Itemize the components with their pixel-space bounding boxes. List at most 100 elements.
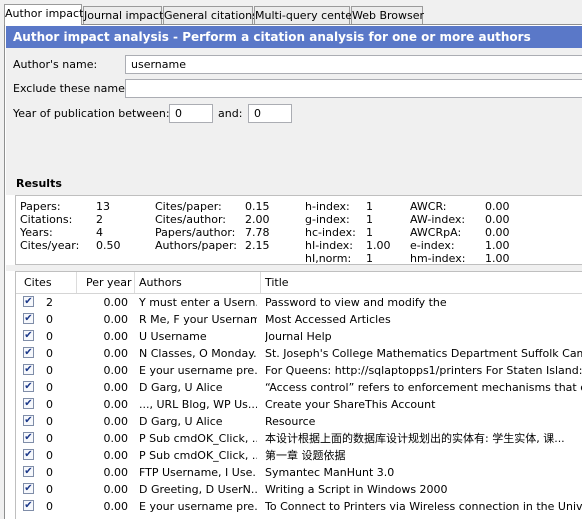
tab-general-citations[interactable]: General citations [163, 6, 258, 24]
stat-authors-paper-value: 2.15 [245, 239, 270, 252]
column-divider[interactable] [134, 272, 135, 293]
tab-author-impact[interactable]: Author impact [4, 4, 83, 25]
table-row[interactable]: ✔ 0 0.00 P Sub cmdOK_Click, ... 本设计根据上面的数据库设… [16, 430, 582, 447]
stat-cites-paper-value: 0.15 [245, 200, 270, 213]
year-to-input[interactable]: 0 [248, 104, 292, 123]
cell-title: St. Joseph's College Mathematics Departm… [265, 347, 582, 360]
stat-papers-author-label: Papers/author: [155, 226, 236, 239]
row-checkbox[interactable]: ✔ [23, 347, 34, 358]
year-from-input[interactable]: 0 [169, 104, 213, 123]
stat-citations-value: 2 [96, 213, 103, 226]
stat-years-label: Years: [20, 226, 53, 239]
table-row[interactable]: ✔ 0 0.00 U Username Journal Help [16, 328, 582, 345]
table-row[interactable]: ✔ 0 0.00 E your username pre... To Connect t… [16, 498, 582, 515]
stat-cites-author-value: 2.00 [245, 213, 270, 226]
year-range-label: Year of publication between: [13, 107, 170, 120]
table-row[interactable]: ✔ 0 0.00 N Classes, O Monday... St. Joseph's… [16, 345, 582, 362]
cell-title: Resource [265, 415, 316, 428]
table-row[interactable]: ✔ 0 0.00 R Me, F your Username Most Accessed… [16, 311, 582, 328]
row-checkbox[interactable]: ✔ [23, 330, 34, 341]
cell-authors: E your username pre... [139, 500, 257, 513]
table-row[interactable]: ✔ 0 0.00 P Sub cmdOK_Click, ... 第一章 设题依据 [16, 447, 582, 464]
column-divider[interactable] [260, 272, 261, 293]
row-checkbox[interactable]: ✔ [23, 449, 34, 460]
exclude-names-label: Exclude these names: [13, 82, 135, 95]
results-heading: Results [6, 173, 582, 195]
table-header: Cites Per year Authors Title [16, 272, 582, 294]
stat-hi-norm-label: hI,norm: [305, 252, 352, 265]
tab-bar: Author impact Journal impact General cit… [4, 4, 582, 25]
stat-cites-year-label: Cites/year: [20, 239, 80, 252]
column-divider[interactable] [76, 272, 77, 293]
cell-authors: E your username pre... [139, 364, 257, 377]
cell-per-year: 0.00 [103, 466, 129, 479]
table-row[interactable]: ✔ 0 0.00 D Greeting, D UserN... Writing a Sc… [16, 481, 582, 498]
table-row[interactable]: ✔ 0 0.00 D Garg, U Alice Resource [16, 413, 582, 430]
table-row[interactable]: ✔ 0 0.00 ..., URL Blog, WP Us... Create your… [16, 396, 582, 413]
cell-cites: 0 [46, 449, 53, 462]
tab-journal-impact[interactable]: Journal impact [83, 6, 163, 24]
cell-title: To Connect to Printers via Wireless conn… [265, 500, 582, 513]
cell-authors: R Me, F your Username [139, 313, 257, 326]
table-row[interactable]: ✔ 0 0.00 FTP Username, I Use... Symantec Man… [16, 464, 582, 481]
cell-cites: 0 [46, 466, 53, 479]
row-checkbox[interactable]: ✔ [23, 364, 34, 375]
stat-cites-author-label: Cites/author: [155, 213, 227, 226]
cell-title: For Queens: http://sqlaptopps1/printers … [265, 364, 582, 377]
stat-e-index-label: e-index: [410, 239, 455, 252]
row-checkbox[interactable]: ✔ [23, 296, 34, 307]
row-checkbox[interactable]: ✔ [23, 432, 34, 443]
stat-g-index-label: g-index: [305, 213, 350, 226]
cell-per-year: 0.00 [103, 432, 129, 445]
stat-authors-paper-label: Authors/paper: [155, 239, 237, 252]
cell-authors: P Sub cmdOK_Click, ... [139, 432, 257, 445]
cell-title: Symantec ManHunt 3.0 [265, 466, 395, 479]
exclude-names-input[interactable] [125, 79, 582, 98]
cell-cites: 0 [46, 364, 53, 377]
table-row[interactable]: ✔ 2 0.00 Y must enter a Usern... Password to… [16, 294, 582, 311]
column-header-title[interactable]: Title [265, 272, 289, 293]
row-checkbox[interactable]: ✔ [23, 500, 34, 511]
cell-authors: D Garg, U Alice [139, 415, 223, 428]
cell-title: Writing a Script in Windows 2000 [265, 483, 448, 496]
table-row[interactable]: ✔ 0 0.00 E your username pre... For Queens: … [16, 362, 582, 379]
tab-multi-query-center[interactable]: Multi-query center [254, 6, 357, 24]
row-checkbox[interactable]: ✔ [23, 313, 34, 324]
stat-hi-index-label: hI-index: [305, 239, 353, 252]
row-checkbox[interactable]: ✔ [23, 483, 34, 494]
column-header-authors[interactable]: Authors [139, 272, 182, 293]
stat-papers-value: 13 [96, 200, 110, 213]
stat-e-index-value: 1.00 [485, 239, 510, 252]
row-checkbox[interactable]: ✔ [23, 466, 34, 477]
stat-h-index-value: 1 [366, 200, 373, 213]
cell-cites: 0 [46, 483, 53, 496]
stat-cites-paper-label: Cites/paper: [155, 200, 222, 213]
cell-authors: P Sub cmdOK_Click, ... [139, 449, 257, 462]
row-checkbox[interactable]: ✔ [23, 415, 34, 426]
author-impact-panel: Author impact analysis - Perform a citat… [4, 24, 582, 519]
stat-hc-index-value: 1 [366, 226, 373, 239]
row-checkbox[interactable]: ✔ [23, 381, 34, 392]
cell-title: Password to view and modify the [265, 296, 447, 309]
stat-g-index-value: 1 [366, 213, 373, 226]
stat-awcrpa-value: 0.00 [485, 226, 510, 239]
author-name-input[interactable]: username [125, 55, 582, 74]
cell-cites: 0 [46, 432, 53, 445]
stat-hm-index-value: 1.00 [485, 252, 510, 265]
cell-authors: Y must enter a Usern... [139, 296, 257, 309]
stat-years-value: 4 [96, 226, 103, 239]
cell-per-year: 0.00 [103, 296, 129, 309]
table-row[interactable]: ✔ 0 0.00 D Garg, U Alice “Access control” re… [16, 379, 582, 396]
row-checkbox[interactable]: ✔ [23, 398, 34, 409]
cell-title: “Access control” refers to enforcement m… [265, 381, 582, 394]
results-table: Cites Per year Authors Title ✔ 2 0.00 Y mus… [15, 271, 582, 519]
cell-per-year: 0.00 [103, 347, 129, 360]
column-header-per-year[interactable]: Per year [86, 272, 132, 293]
column-header-cites[interactable]: Cites [24, 272, 52, 293]
cell-authors: D Greeting, D UserN... [139, 483, 257, 496]
tab-web-browser[interactable]: Web Browser [351, 6, 424, 24]
cell-cites: 0 [46, 381, 53, 394]
cell-authors: FTP Username, I Use... [139, 466, 257, 479]
cell-authors: ..., URL Blog, WP Us... [139, 398, 257, 411]
cell-cites: 0 [46, 500, 53, 513]
